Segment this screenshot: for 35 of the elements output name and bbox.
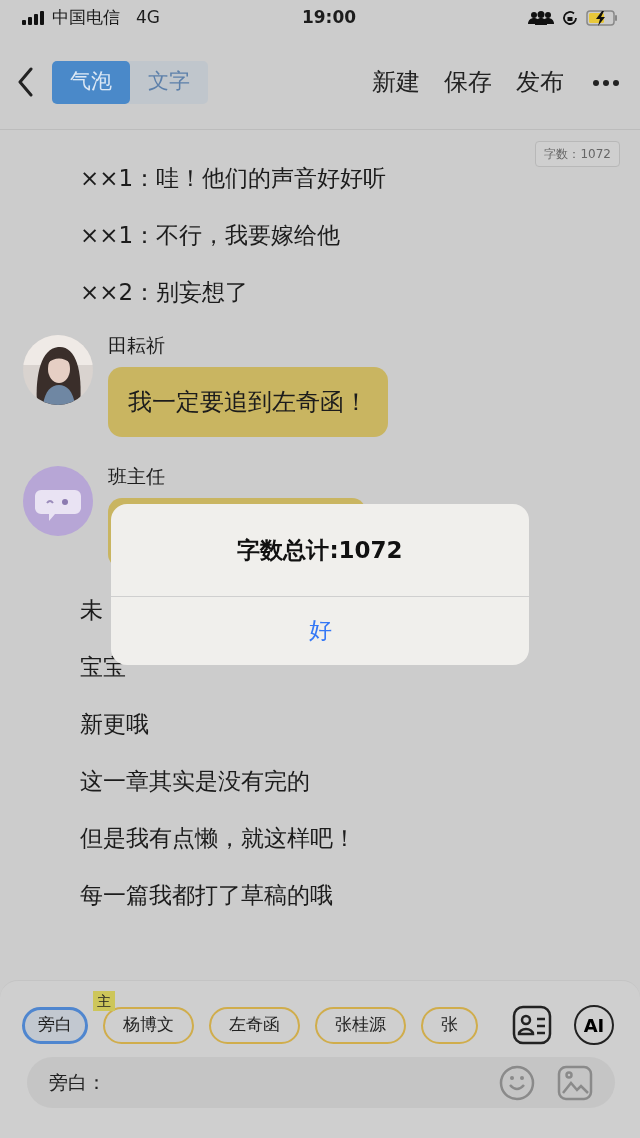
ai-button[interactable]: AI [574, 1005, 614, 1045]
input-prefix: 旁白： [49, 1070, 107, 1096]
battery-icon [586, 9, 618, 26]
network-type: 4G [136, 5, 160, 29]
word-count-badge: 字数：1072 [535, 141, 620, 167]
alert-message: 字数总计:1072 [111, 504, 529, 597]
narration-line: 但是我有点懒，就这样吧！ [80, 824, 356, 853]
narration-line: 这一章其实是没有完的 [80, 767, 310, 796]
narration-line: 每一篇我都打了草稿的哦 [80, 881, 333, 910]
signal-icon [22, 10, 44, 25]
role-list-button[interactable] [512, 1005, 552, 1045]
people-icon [528, 10, 554, 25]
header-action[interactable]: 发布 [516, 64, 564, 100]
role-chip[interactable]: 张桂源 [315, 1006, 406, 1044]
role-chip[interactable]: 张 [421, 1006, 478, 1044]
header-action[interactable]: 新建 [372, 64, 420, 100]
narration-line: ××1：哇！他们的声音好好听 [80, 164, 387, 193]
narration-line: 新更哦 [80, 710, 149, 739]
narration-line: ××2：别妄想了 [80, 278, 249, 307]
role-chip[interactable]: 旁白 [22, 1006, 88, 1044]
carrier-name: 中国电信 [52, 5, 120, 29]
status-time: 19:00 [300, 5, 358, 29]
message-bubble: 我一定要追到左奇函！ [108, 367, 388, 437]
narration-line: ××1：不行，我要嫁给他 [80, 221, 341, 250]
lead-role-tag: 主 [93, 990, 115, 1011]
more-icon [592, 78, 620, 87]
header-action[interactable]: 保存 [444, 64, 492, 100]
role-chip[interactable]: 左奇函 [209, 1006, 300, 1044]
narration-line: 未 [80, 596, 103, 625]
back-button[interactable] [18, 67, 34, 97]
speaker-name: 田耘祈 [108, 333, 166, 357]
rotation-lock-icon [562, 9, 578, 26]
back-icon [18, 67, 34, 97]
contact-card-icon [512, 1005, 552, 1045]
speaker-name: 班主任 [108, 464, 166, 488]
